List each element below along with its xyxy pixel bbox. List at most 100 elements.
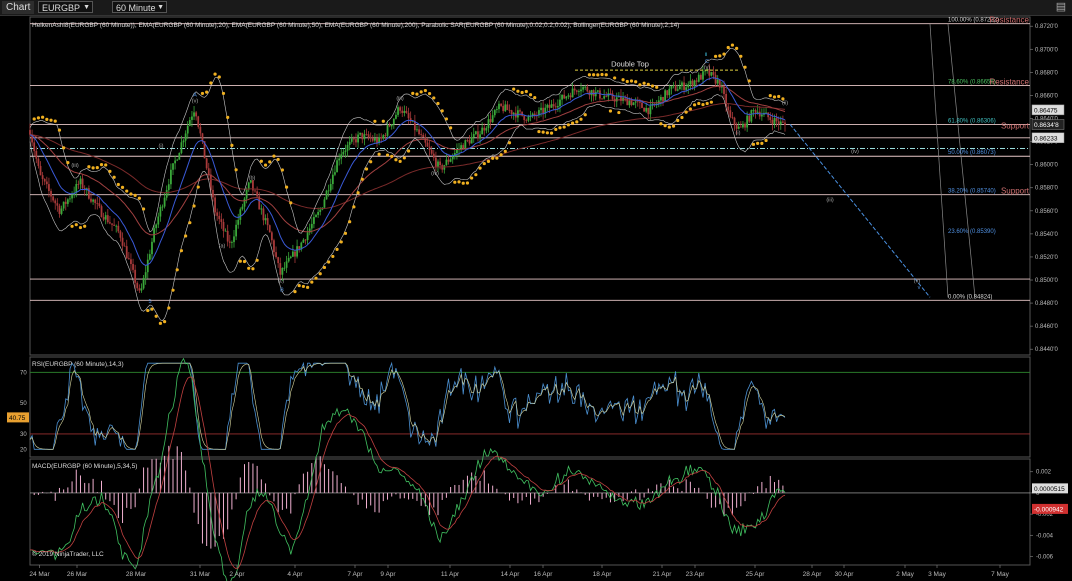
candle-body: [760, 114, 763, 117]
candle-body: [369, 137, 372, 139]
candle-body: [279, 263, 282, 275]
sar-dot: [478, 166, 482, 170]
sar-dot: [83, 224, 87, 228]
candle-body: [575, 90, 578, 92]
macd-panel[interactable]: [29, 458, 1031, 566]
price-label: 0.86475: [1034, 107, 1058, 114]
candle-body: [681, 82, 683, 87]
candle-body: [275, 252, 277, 258]
candle-body: [550, 104, 553, 108]
sar-dot: [461, 181, 465, 185]
candle-body: [365, 134, 368, 136]
sar-dot: [415, 92, 419, 96]
sar-dot: [718, 54, 722, 58]
candle-body: [199, 126, 202, 134]
sar-dot: [747, 79, 751, 83]
sar-dot: [377, 152, 381, 156]
x-tick-label: 31 Mar: [190, 571, 211, 578]
x-tick-label: 28 Mar: [126, 571, 147, 578]
macd-value-label: 0.0000515: [1034, 486, 1065, 493]
candle-body: [748, 115, 751, 122]
candle-body: [769, 117, 772, 121]
candle-body: [500, 103, 502, 106]
wave-annotation: (iv): [851, 149, 859, 155]
sar-dot: [356, 191, 360, 195]
sar-dot: [150, 307, 154, 311]
candle-body: [773, 118, 776, 125]
candle-body: [125, 246, 128, 259]
chart-area[interactable]: 100.00% (0.87222)78.60% (0.86656)61.80% …: [0, 0, 1072, 581]
sar-dot: [247, 266, 251, 270]
candle-body: [559, 99, 561, 107]
candle-body: [214, 197, 216, 213]
sar-dot: [440, 109, 444, 113]
candle-body: [111, 223, 113, 225]
candle-body: [266, 218, 269, 226]
sar-dot: [104, 163, 108, 167]
candle-body: [392, 118, 395, 125]
sar-dot: [141, 207, 146, 211]
candle-body: [172, 163, 174, 170]
candle-body: [159, 207, 162, 217]
price-indicator-title: HeikenAshi8(EURGBP (60 Minute)), EMA(EUR…: [32, 22, 679, 29]
sar-dot: [579, 117, 583, 121]
candle-body: [136, 282, 139, 289]
candle-body: [489, 119, 492, 123]
candle-body: [325, 190, 328, 200]
sar-dot: [74, 223, 78, 227]
candle-body: [294, 251, 296, 257]
candle-body: [123, 245, 126, 247]
x-tick-label: 14 Apr: [501, 571, 521, 578]
wave-annotation: (v): [704, 65, 711, 71]
candle-body: [449, 159, 452, 162]
candle-body: [493, 110, 496, 116]
sar-dot: [36, 116, 41, 120]
sar-dot: [259, 159, 263, 163]
candle-body: [39, 165, 42, 176]
sar-dot: [162, 320, 167, 324]
candle-body: [132, 264, 134, 270]
x-tick-label: 30 Apr: [835, 571, 855, 578]
candle-body: [348, 141, 351, 145]
sar-dot: [684, 110, 688, 114]
x-tick-label: 26 Mar: [67, 571, 88, 578]
candle-body: [527, 116, 530, 121]
candle-body: [81, 178, 84, 188]
candle-body: [262, 208, 265, 221]
y-tick-label: 0.8660'0: [1035, 93, 1058, 99]
sar-dot: [613, 76, 617, 80]
candle-body: [336, 160, 338, 173]
wave-annotation: (iv): [431, 171, 439, 177]
sar-dot: [465, 181, 470, 185]
rsi-title: RSI(EURGBP (60 Minute),14,3): [32, 361, 124, 368]
sar-dot: [272, 154, 276, 158]
sar-dot: [482, 161, 486, 166]
y-tick-label: 0.8540'0: [1035, 232, 1058, 238]
candle-body: [573, 88, 576, 91]
x-tick-label: 3 May: [928, 571, 946, 578]
wave-annotation: (v): [914, 278, 921, 284]
macd-tick-label: -0.004: [1036, 533, 1054, 539]
candle-body: [502, 105, 505, 112]
candle-body: [504, 104, 507, 112]
sar-dot: [263, 163, 268, 167]
sar-dot: [667, 125, 671, 129]
candle-body: [327, 190, 330, 192]
candle-body: [689, 80, 692, 85]
candle-body: [552, 104, 555, 107]
candle-body: [405, 110, 408, 113]
candle-body: [58, 205, 61, 214]
candle-body: [384, 135, 387, 136]
candle-body: [702, 71, 704, 80]
candle-body: [193, 112, 195, 117]
candle-body: [451, 156, 454, 160]
candle-body: [784, 122, 786, 126]
candle-body: [113, 224, 116, 226]
candle-body: [144, 272, 147, 278]
candle-body: [338, 158, 341, 161]
price-panel[interactable]: [29, 16, 1031, 356]
sar-dot: [419, 90, 423, 94]
sar-dot: [91, 166, 95, 170]
candle-body: [660, 97, 662, 101]
candle-body: [121, 237, 124, 246]
